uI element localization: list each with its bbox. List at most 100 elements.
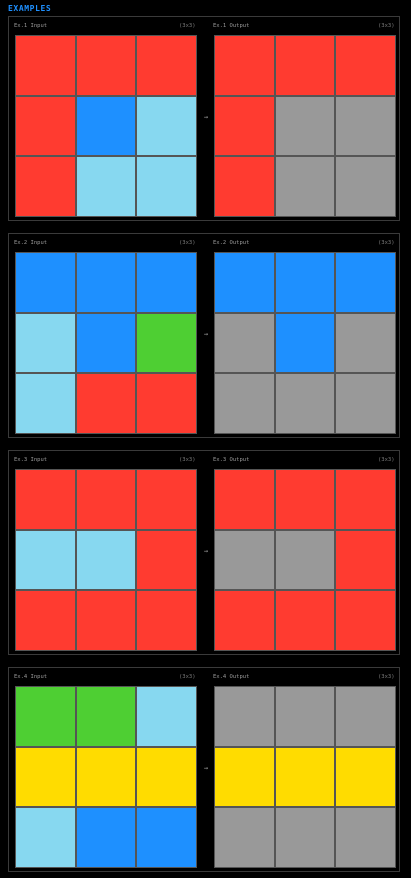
- input-grid: [15, 686, 197, 868]
- grid-cell: [137, 313, 196, 373]
- grid-cell: [137, 157, 196, 216]
- output-size: (3x3): [378, 457, 395, 463]
- grid-cell: [16, 253, 75, 312]
- input-grid: [15, 35, 197, 217]
- grid-cell: [16, 808, 75, 867]
- output-grid: [214, 686, 396, 868]
- grid-cell: [275, 313, 335, 373]
- section-header: EXAMPLES: [8, 4, 52, 13]
- output-label: Ex.4 Output: [213, 674, 250, 680]
- grid-cell: [137, 36, 196, 95]
- grid-cell: [137, 96, 196, 156]
- grid-cell: [16, 687, 75, 746]
- grid-cell: [215, 36, 274, 95]
- output-label: Ex.1 Output: [213, 23, 250, 29]
- grid-cell: [336, 808, 395, 867]
- grid-cell: [16, 157, 75, 216]
- grid-cell: [76, 591, 136, 650]
- grid-cell: [137, 687, 196, 746]
- grid-cell: [76, 687, 136, 746]
- grid-cell: [215, 687, 274, 746]
- grid-cell: [137, 530, 196, 590]
- grid-cell: [275, 747, 335, 807]
- grid-cell: [137, 591, 196, 650]
- grid-cell: [16, 747, 75, 807]
- grid-cell: [137, 253, 196, 312]
- grid-cell: [16, 530, 75, 590]
- grid-cell: [16, 470, 75, 529]
- grid-cell: [16, 374, 75, 433]
- grid-cell: [275, 470, 335, 529]
- arrow-icon: →: [203, 547, 209, 555]
- grid-cell: [336, 470, 395, 529]
- grid-cell: [215, 470, 274, 529]
- input-grid: [15, 469, 197, 651]
- grid-cell: [137, 374, 196, 433]
- grid-cell: [336, 591, 395, 650]
- grid-cell: [215, 157, 274, 216]
- grid-cell: [76, 530, 136, 590]
- grid-cell: [336, 687, 395, 746]
- grid-cell: [137, 808, 196, 867]
- grid-cell: [16, 36, 75, 95]
- output-size: (3x3): [378, 240, 395, 246]
- arrow-icon: →: [203, 113, 209, 121]
- grid-cell: [336, 374, 395, 433]
- grid-cell: [215, 96, 274, 156]
- grid-cell: [275, 808, 335, 867]
- grid-cell: [336, 157, 395, 216]
- grid-cell: [137, 470, 196, 529]
- example-4: Ex.4 Input (3x3) Ex.4 Output (3x3) →: [8, 667, 400, 872]
- input-size: (3x3): [179, 674, 196, 680]
- grid-cell: [275, 687, 335, 746]
- grid-cell: [215, 530, 274, 590]
- grid-cell: [76, 313, 136, 373]
- grid-cell: [336, 36, 395, 95]
- output-grid: [214, 469, 396, 651]
- output-grid: [214, 252, 396, 434]
- grid-cell: [16, 313, 75, 373]
- grid-cell: [275, 36, 335, 95]
- grid-cell: [76, 808, 136, 867]
- input-size: (3x3): [179, 240, 196, 246]
- input-label: Ex.1 Input: [14, 23, 48, 29]
- input-label: Ex.3 Input: [14, 457, 48, 463]
- grid-cell: [137, 747, 196, 807]
- grid-cell: [76, 36, 136, 95]
- grid-cell: [336, 747, 395, 807]
- example-2: Ex.2 Input (3x3) Ex.2 Output (3x3) →: [8, 233, 400, 438]
- grid-cell: [215, 374, 274, 433]
- grid-cell: [275, 374, 335, 433]
- input-label: Ex.2 Input: [14, 240, 48, 246]
- grid-cell: [275, 591, 335, 650]
- output-size: (3x3): [378, 674, 395, 680]
- grid-cell: [215, 313, 274, 373]
- grid-cell: [336, 253, 395, 312]
- input-size: (3x3): [179, 457, 196, 463]
- grid-cell: [275, 253, 335, 312]
- grid-cell: [16, 591, 75, 650]
- input-label: Ex.4 Input: [14, 674, 48, 680]
- grid-cell: [16, 96, 75, 156]
- output-label: Ex.3 Output: [213, 457, 250, 463]
- grid-cell: [275, 530, 335, 590]
- grid-cell: [76, 253, 136, 312]
- grid-cell: [275, 157, 335, 216]
- input-grid: [15, 252, 197, 434]
- grid-cell: [76, 470, 136, 529]
- arrow-icon: →: [203, 330, 209, 338]
- grid-cell: [215, 747, 274, 807]
- example-1: Ex.1 Input (3x3) Ex.1 Output (3x3) →: [8, 16, 400, 221]
- grid-cell: [76, 157, 136, 216]
- grid-cell: [215, 253, 274, 312]
- grid-cell: [76, 374, 136, 433]
- grid-cell: [215, 808, 274, 867]
- arrow-icon: →: [203, 764, 209, 772]
- grid-cell: [275, 96, 335, 156]
- output-grid: [214, 35, 396, 217]
- grid-cell: [215, 591, 274, 650]
- grid-cell: [336, 313, 395, 373]
- example-3: Ex.3 Input (3x3) Ex.3 Output (3x3) →: [8, 450, 400, 655]
- grid-cell: [336, 96, 395, 156]
- output-label: Ex.2 Output: [213, 240, 250, 246]
